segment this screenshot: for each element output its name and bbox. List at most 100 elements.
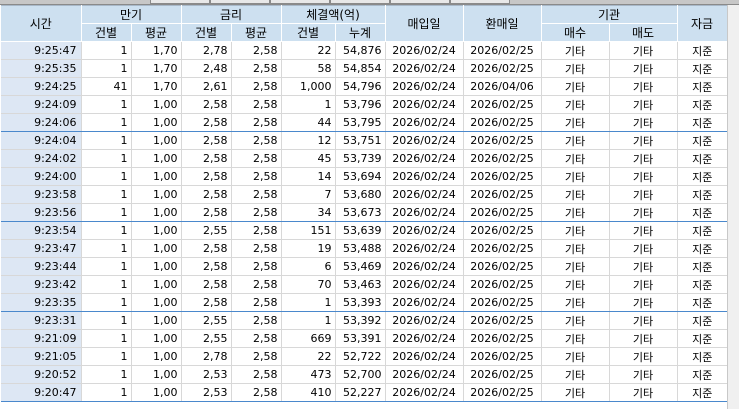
cell-amount-cumulative[interactable]: 52,227 [335, 383, 386, 402]
cell-repurchase-date[interactable]: 2026/02/25 [463, 383, 542, 402]
cell-inst-sell[interactable]: 기타 [609, 167, 678, 186]
cell-rate-each[interactable]: 2,58 [181, 203, 232, 222]
cell-rate-each[interactable]: 2,53 [181, 365, 232, 384]
cell-amount-cumulative[interactable]: 53,739 [335, 149, 386, 168]
table-row[interactable]: 9:24:02 1 1,00 2,58 2,58 45 53,739 2026/02/24 20… [1, 149, 727, 168]
cell-fund[interactable]: 지준 [677, 365, 727, 384]
cell-inst-buy[interactable]: 기타 [541, 131, 610, 150]
cell-time[interactable]: 9:25:47 [1, 41, 82, 60]
cell-buy-date[interactable]: 2026/02/24 [385, 257, 464, 276]
cell-buy-date[interactable]: 2026/02/24 [385, 77, 464, 96]
header-amount-cumulative[interactable]: 누계 [335, 23, 386, 42]
cell-inst-sell[interactable]: 기타 [609, 185, 678, 204]
cell-inst-buy[interactable]: 기타 [541, 347, 610, 366]
cell-maturity-count[interactable]: 1 [81, 383, 132, 402]
cell-inst-sell[interactable]: 기타 [609, 41, 678, 60]
cell-time[interactable]: 9:24:25 [1, 77, 82, 96]
cell-maturity-avg[interactable]: 1,00 [131, 347, 182, 366]
cell-rate-avg[interactable]: 2,58 [231, 131, 282, 150]
table-row[interactable]: 9:24:04 1 1,00 2,58 2,58 12 53,751 2026/02/24 20… [1, 131, 727, 150]
cell-maturity-count[interactable]: 1 [81, 131, 132, 150]
cell-amount-cumulative[interactable]: 54,876 [335, 41, 386, 60]
cell-rate-avg[interactable]: 2,58 [231, 275, 282, 294]
cell-inst-sell[interactable]: 기타 [609, 149, 678, 168]
cell-maturity-avg[interactable]: 1,00 [131, 185, 182, 204]
cell-fund[interactable]: 지준 [677, 167, 727, 186]
cell-amount-cumulative[interactable]: 53,795 [335, 113, 386, 132]
cell-maturity-avg[interactable]: 1,70 [131, 77, 182, 96]
table-row[interactable]: 9:20:52 1 1,00 2,53 2,58 473 52,700 2026/02/24 2… [1, 365, 727, 384]
cell-rate-each[interactable]: 2,78 [181, 347, 232, 366]
tab-strip-4[interactable] [330, 0, 390, 4]
cell-repurchase-date[interactable]: 2026/02/25 [463, 365, 542, 384]
cell-amount-cumulative[interactable]: 53,751 [335, 131, 386, 150]
cell-inst-buy[interactable]: 기타 [541, 185, 610, 204]
cell-inst-sell[interactable]: 기타 [609, 365, 678, 384]
cell-inst-buy[interactable]: 기타 [541, 221, 610, 240]
cell-amount-each[interactable]: 58 [281, 59, 336, 78]
table-row[interactable]: 9:23:31 1 1,00 2,55 2,58 1 53,392 2026/02/24 202… [1, 311, 727, 330]
cell-inst-buy[interactable]: 기타 [541, 311, 610, 330]
cell-time[interactable]: 9:23:54 [1, 221, 82, 240]
cell-repurchase-date[interactable]: 2026/02/25 [463, 131, 542, 150]
cell-fund[interactable]: 지준 [677, 311, 727, 330]
cell-repurchase-date[interactable]: 2026/02/25 [463, 185, 542, 204]
cell-rate-each[interactable]: 2,58 [181, 167, 232, 186]
cell-rate-avg[interactable]: 2,58 [231, 293, 282, 312]
cell-amount-cumulative[interactable]: 54,796 [335, 77, 386, 96]
cell-buy-date[interactable]: 2026/02/24 [385, 113, 464, 132]
table-row[interactable]: 9:24:06 1 1,00 2,58 2,58 44 53,795 2026/02/24 20… [1, 113, 727, 132]
cell-amount-each[interactable]: 473 [281, 365, 336, 384]
cell-buy-date[interactable]: 2026/02/24 [385, 293, 464, 312]
cell-inst-buy[interactable]: 기타 [541, 329, 610, 348]
cell-inst-sell[interactable]: 기타 [609, 131, 678, 150]
cell-amount-cumulative[interactable]: 53,796 [335, 95, 386, 114]
header-institution[interactable]: 기관 [541, 5, 678, 24]
cell-time[interactable]: 9:25:35 [1, 59, 82, 78]
cell-repurchase-date[interactable]: 2026/04/06 [463, 77, 542, 96]
table-row[interactable]: 9:23:56 1 1,00 2,58 2,58 34 53,673 2026/02/24 20… [1, 203, 727, 222]
header-maturity[interactable]: 만기 [81, 5, 182, 24]
cell-inst-buy[interactable]: 기타 [541, 113, 610, 132]
cell-inst-sell[interactable]: 기타 [609, 329, 678, 348]
cell-fund[interactable]: 지준 [677, 59, 727, 78]
cell-amount-each[interactable]: 22 [281, 347, 336, 366]
cell-fund[interactable]: 지준 [677, 293, 727, 312]
cell-maturity-count[interactable]: 1 [81, 149, 132, 168]
cell-rate-each[interactable]: 2,55 [181, 329, 232, 348]
cell-inst-buy[interactable]: 기타 [541, 41, 610, 60]
cell-maturity-avg[interactable]: 1,00 [131, 149, 182, 168]
cell-buy-date[interactable]: 2026/02/24 [385, 41, 464, 60]
cell-amount-each[interactable]: 6 [281, 257, 336, 276]
header-maturity-avg[interactable]: 평균 [131, 23, 182, 42]
cell-buy-date[interactable]: 2026/02/24 [385, 311, 464, 330]
cell-amount-each[interactable]: 151 [281, 221, 336, 240]
cell-amount-cumulative[interactable]: 53,393 [335, 293, 386, 312]
cell-amount-each[interactable]: 19 [281, 239, 336, 258]
cell-inst-sell[interactable]: 기타 [609, 347, 678, 366]
cell-rate-each[interactable]: 2,55 [181, 311, 232, 330]
cell-inst-buy[interactable]: 기타 [541, 167, 610, 186]
cell-time[interactable]: 9:23:56 [1, 203, 82, 222]
header-time[interactable]: 시간 [1, 5, 82, 42]
header-amount-each[interactable]: 건별 [281, 23, 336, 42]
cell-amount-each[interactable]: 12 [281, 131, 336, 150]
cell-repurchase-date[interactable]: 2026/02/25 [463, 221, 542, 240]
cell-amount-cumulative[interactable]: 53,673 [335, 203, 386, 222]
cell-amount-each[interactable]: 14 [281, 167, 336, 186]
cell-buy-date[interactable]: 2026/02/24 [385, 167, 464, 186]
cell-repurchase-date[interactable]: 2026/02/25 [463, 311, 542, 330]
cell-buy-date[interactable]: 2026/02/24 [385, 383, 464, 402]
cell-amount-cumulative[interactable]: 52,722 [335, 347, 386, 366]
cell-rate-each[interactable]: 2,58 [181, 275, 232, 294]
cell-buy-date[interactable]: 2026/02/24 [385, 59, 464, 78]
cell-inst-sell[interactable]: 기타 [609, 293, 678, 312]
cell-buy-date[interactable]: 2026/02/24 [385, 149, 464, 168]
header-inst-buy[interactable]: 매수 [541, 23, 610, 42]
cell-fund[interactable]: 지준 [677, 41, 727, 60]
cell-maturity-count[interactable]: 1 [81, 113, 132, 132]
cell-inst-sell[interactable]: 기타 [609, 311, 678, 330]
cell-repurchase-date[interactable]: 2026/02/25 [463, 59, 542, 78]
cell-repurchase-date[interactable]: 2026/02/25 [463, 275, 542, 294]
cell-rate-avg[interactable]: 2,58 [231, 59, 282, 78]
